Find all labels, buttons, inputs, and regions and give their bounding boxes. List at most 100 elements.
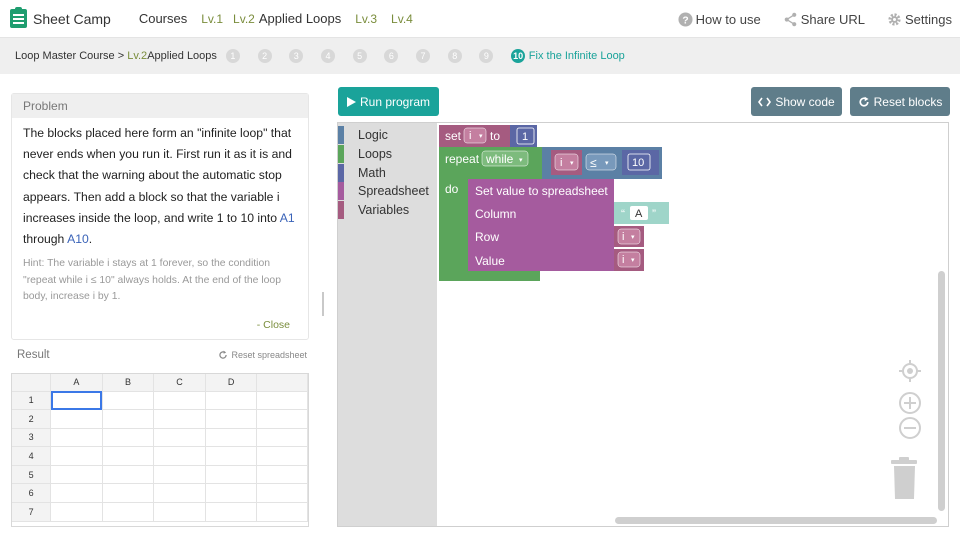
step-8[interactable]: 8 [447, 49, 462, 63]
vertical-scrollbar[interactable] [938, 271, 945, 511]
sheet-cell[interactable] [50, 502, 103, 522]
sheet-cell[interactable] [205, 446, 258, 466]
nav-lv4[interactable]: Lv.4 [391, 12, 413, 26]
crosshair-icon[interactable] [899, 360, 921, 382]
share-url-link[interactable]: Share URL [783, 12, 865, 27]
app-name: Sheet Camp [33, 10, 111, 27]
refresh-icon [219, 350, 228, 359]
sheet-cell[interactable] [153, 409, 206, 429]
sheet-cell[interactable] [50, 409, 103, 429]
step-5[interactable]: 5 [352, 49, 367, 63]
run-program-button[interactable]: Run program [338, 87, 439, 116]
panel-resize-handle[interactable] [322, 292, 324, 316]
reset-spreadsheet-button[interactable]: Reset spreadsheet [218, 350, 307, 360]
cell-a1-selected[interactable] [50, 391, 103, 411]
settings-link[interactable]: Settings [887, 12, 952, 27]
zoom-out-icon[interactable] [899, 417, 921, 439]
nav-lv1[interactable]: Lv.1 [201, 12, 223, 26]
breadcrumb-course[interactable]: Loop Master Course > Lv.2Applied Loops [15, 50, 217, 62]
sheet-cell[interactable] [205, 483, 258, 504]
sheet-cell[interactable] [50, 465, 103, 485]
loop-mode-value: while [485, 152, 514, 166]
sheet-cell[interactable] [153, 465, 206, 485]
refresh-icon [859, 96, 869, 107]
problem-text-3: . [88, 232, 93, 247]
how-to-use-link[interactable]: ? How to use [678, 12, 761, 27]
reset-blocks-label: Reset blocks [873, 94, 943, 109]
sheet-cell[interactable] [153, 446, 206, 466]
reset-blocks-button[interactable]: Reset blocks [850, 87, 950, 116]
column-header[interactable]: A [50, 374, 103, 392]
step-3[interactable]: 3 [289, 49, 304, 63]
nav-applied-loops[interactable]: Applied Loops [259, 11, 341, 26]
sheet-cell[interactable] [205, 428, 258, 448]
row-header[interactable]: 2 [12, 409, 52, 429]
column-header[interactable]: B [102, 374, 155, 392]
zoom-in-icon[interactable] [899, 392, 921, 414]
column-header[interactable]: C [153, 374, 206, 392]
sheet-cell[interactable] [256, 428, 308, 448]
set-spreadsheet-block[interactable]: Set value to spreadsheet Column Row Valu… [468, 179, 614, 271]
sheet-cell[interactable] [205, 409, 258, 429]
close-hint-link[interactable]: - Close [257, 319, 290, 331]
sheet-cell[interactable] [205, 465, 258, 485]
row-header[interactable]: 1 [12, 391, 52, 411]
variable-dropdown[interactable] [554, 153, 579, 171]
block-workspace[interactable]: Logic Loops Math Spreadsheet Variables s… [337, 122, 949, 527]
show-code-button[interactable]: Show code [751, 87, 842, 116]
nav-courses[interactable]: Courses [139, 11, 187, 26]
problem-heading: Problem [12, 94, 308, 118]
sheet-cell[interactable] [256, 502, 308, 522]
show-code-label: Show code [775, 94, 835, 109]
column-header[interactable] [256, 374, 308, 392]
sheet-cell[interactable] [153, 502, 206, 522]
sheet-cell[interactable] [102, 483, 155, 504]
sheet-cell[interactable] [102, 391, 155, 411]
row-header[interactable]: 4 [12, 446, 52, 466]
row-header[interactable]: 3 [12, 428, 52, 448]
dropdown-arrow: ▾ [519, 157, 523, 164]
value-variable-block[interactable]: i ▾ [614, 249, 644, 271]
step-10-current[interactable]: 10 [511, 49, 526, 63]
sheet-cell[interactable] [153, 483, 206, 504]
sheet-cell[interactable] [102, 446, 155, 466]
step-7[interactable]: 7 [416, 49, 431, 63]
sheet-cell[interactable] [102, 465, 155, 485]
sheet-cell[interactable] [256, 446, 308, 466]
main-nav: Courses Lv.1 Lv.2 Applied Loops Lv.3 Lv.… [139, 11, 423, 26]
step-9[interactable]: 9 [479, 49, 494, 63]
sheet-cell[interactable] [205, 391, 258, 411]
sheet-cell[interactable] [102, 409, 155, 429]
sheet-cell[interactable] [102, 502, 155, 522]
step-1[interactable]: 1 [225, 49, 240, 63]
sheet-cell[interactable] [256, 465, 308, 485]
sheet-cell[interactable] [256, 409, 308, 429]
set-variable-block[interactable]: set i ▾ to 1 [439, 125, 537, 147]
row-header[interactable]: 7 [12, 502, 52, 522]
logo[interactable]: Sheet Camp [10, 7, 111, 28]
sheet-cell[interactable] [205, 502, 258, 522]
sheet-cell[interactable] [153, 428, 206, 448]
compare-block[interactable]: i ▾ ≤ ▾ 10 [542, 147, 662, 179]
row-variable-block[interactable]: i ▾ [614, 226, 644, 247]
nav-lv2[interactable]: Lv.2 [233, 12, 255, 26]
trash-icon[interactable] [891, 457, 917, 499]
row-header[interactable]: 6 [12, 483, 52, 504]
column-header[interactable]: D [205, 374, 258, 392]
sheet-cell[interactable] [50, 428, 103, 448]
sheet-cell[interactable] [50, 483, 103, 504]
sheet-cell[interactable] [50, 446, 103, 466]
sheet-cell[interactable] [256, 483, 308, 504]
sheet-cell[interactable] [102, 428, 155, 448]
step-4[interactable]: 4 [320, 49, 335, 63]
variable-dropdown[interactable] [463, 127, 487, 144]
sheet-cell[interactable] [153, 391, 206, 411]
sheet-cell[interactable] [256, 391, 308, 411]
step-6[interactable]: 6 [384, 49, 399, 63]
nav-lv3[interactable]: Lv.3 [355, 12, 377, 26]
row-header[interactable]: 5 [12, 465, 52, 485]
horizontal-scrollbar[interactable] [615, 517, 937, 524]
cell-ref-a1: A1 [279, 210, 295, 225]
text-block[interactable]: “ A ” [614, 202, 669, 224]
step-2[interactable]: 2 [257, 49, 272, 63]
